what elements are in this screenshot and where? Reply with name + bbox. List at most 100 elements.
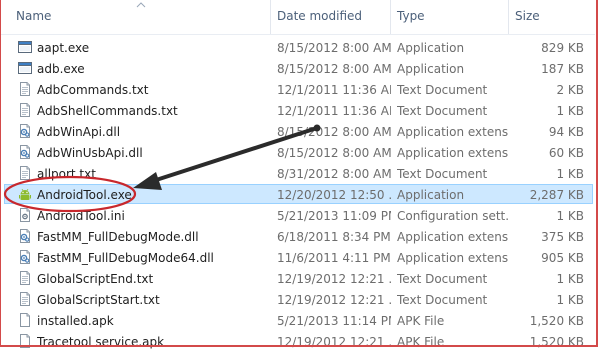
file-type: Text Document (397, 167, 488, 181)
column-header-bar: Name Date modified Type Size (1, 0, 595, 35)
sort-ascending-icon (136, 2, 146, 8)
exe-window-icon (17, 39, 33, 55)
dll-file-icon (17, 249, 33, 265)
file-row[interactable]: AdbCommands.txt 12/1/2011 11:36 AM Text Do… (1, 79, 595, 100)
file-row[interactable]: AdbShellCommands.txt 12/1/2011 11:36 AM Te… (1, 100, 595, 121)
file-size: 1,520 KB (529, 335, 584, 349)
dll-file-icon (17, 123, 33, 139)
file-row[interactable]: Tracetool service.apk 12/19/2012 12:21 ..… (1, 331, 595, 352)
column-divider[interactable] (508, 0, 509, 34)
file-size: 60 KB (548, 146, 584, 160)
file-row[interactable]: allport.txt 8/31/2012 8:00 AM Text Documen… (1, 163, 595, 184)
file-name: GlobalScriptEnd.txt (37, 272, 154, 286)
file-name: AndroidTool.ini (37, 209, 125, 223)
file-row[interactable]: AdbWinApi.dll 8/15/2012 8:00 AM Applicatio… (1, 121, 595, 142)
text-file-icon (17, 291, 33, 307)
file-name: allport.txt (37, 167, 96, 181)
file-date-modified: 6/18/2011 8:34 PM (277, 230, 391, 244)
file-size: 1 KB (556, 167, 584, 181)
dll-file-icon (17, 144, 33, 160)
file-type: Application extens... (397, 230, 509, 244)
file-explorer-window: Name Date modified Type Size aapt.exe 8/1… (0, 0, 598, 349)
file-row[interactable]: FastMM_FullDebugMode.dll 6/18/2011 8:34 P… (1, 226, 595, 247)
file-date-modified: 8/15/2012 8:00 AM (277, 62, 391, 76)
file-type: APK File (397, 335, 445, 349)
file-size: 1,520 KB (529, 314, 584, 328)
file-size: 1 KB (556, 293, 584, 307)
file-size: 2,287 KB (529, 188, 584, 202)
file-date-modified: 5/21/2013 11:09 PM (277, 209, 391, 223)
file-name: FastMM_FullDebugMode64.dll (37, 251, 214, 265)
file-size: 187 KB (541, 62, 584, 76)
file-size: 1 KB (556, 209, 584, 223)
file-date-modified: 8/15/2012 8:00 AM (277, 125, 391, 139)
file-date-modified: 8/15/2012 8:00 AM (277, 146, 391, 160)
config-file-icon (17, 207, 33, 223)
file-type: Text Document (397, 272, 488, 286)
exe-window-icon (17, 60, 33, 76)
file-type: Application (397, 41, 465, 55)
column-divider[interactable] (270, 0, 271, 34)
file-size: 905 KB (541, 251, 584, 265)
file-name: GlobalScriptStart.txt (37, 293, 160, 307)
file-name: FastMM_FullDebugMode.dll (37, 230, 199, 244)
file-row[interactable]: GlobalScriptEnd.txt 12/19/2012 12:21 ... T… (1, 268, 595, 289)
column-header-type[interactable]: Type (397, 9, 425, 27)
apk-file-icon (17, 312, 33, 328)
text-file-icon (17, 102, 33, 118)
file-type: Application extens... (397, 251, 509, 265)
file-row[interactable]: installed.apk 5/21/2013 11:14 PM APK File 1… (1, 310, 595, 331)
file-size: 94 KB (548, 125, 584, 139)
window-border-left (0, 0, 1, 347)
file-type: Application extens... (397, 146, 509, 160)
file-name: AndroidTool.exe (37, 188, 132, 202)
file-name: installed.apk (37, 314, 114, 328)
file-row[interactable]: AndroidTool.ini 5/21/2013 11:09 PM Configu… (1, 205, 595, 226)
file-size: 1 KB (556, 104, 584, 118)
file-date-modified: 12/1/2011 11:36 AM (277, 104, 391, 118)
android-app-icon (17, 186, 33, 202)
file-type: Text Document (397, 293, 488, 307)
column-header-name[interactable]: Name (16, 9, 51, 27)
file-row[interactable]: GlobalScriptStart.txt 12/19/2012 12:21 ..… (1, 289, 595, 310)
column-header-size[interactable]: Size (515, 9, 540, 27)
file-type: Text Document (397, 83, 488, 97)
file-date-modified: 8/31/2012 8:00 AM (277, 167, 391, 181)
file-type: Configuration sett... (397, 209, 509, 223)
file-size: 2 KB (556, 83, 584, 97)
file-type: Application (397, 62, 465, 76)
file-name: AdbCommands.txt (37, 83, 149, 97)
text-file-icon (17, 165, 33, 181)
file-date-modified: 12/1/2011 11:36 AM (277, 83, 391, 97)
file-type: Text Document (397, 104, 488, 118)
file-name: Tracetool service.apk (37, 335, 165, 349)
file-name: AdbShellCommands.txt (37, 104, 178, 118)
file-date-modified: 12/19/2012 12:21 ... (277, 335, 391, 349)
file-date-modified: 5/21/2013 11:14 PM (277, 314, 391, 328)
file-row-selected[interactable]: AndroidTool.exe 12/20/2012 12:50 ... Appli… (1, 184, 595, 205)
file-list: aapt.exe 8/15/2012 8:00 AM Application 829 … (1, 37, 595, 349)
file-name: aapt.exe (37, 41, 90, 55)
file-date-modified: 12/19/2012 12:21 ... (277, 272, 391, 286)
file-size: 829 KB (541, 41, 584, 55)
file-row[interactable]: FastMM_FullDebugMode64.dll 11/6/2011 4:11… (1, 247, 595, 268)
file-type: Application extens... (397, 125, 509, 139)
file-size: 375 KB (541, 230, 584, 244)
text-file-icon (17, 270, 33, 286)
file-type: APK File (397, 314, 445, 328)
file-row[interactable]: adb.exe 8/15/2012 8:00 AM Application 187 K… (1, 58, 595, 79)
file-type: Application (397, 188, 465, 202)
file-date-modified: 11/6/2011 4:11 PM (277, 251, 391, 265)
column-divider[interactable] (390, 0, 391, 34)
file-date-modified: 8/15/2012 8:00 AM (277, 41, 391, 55)
file-name: adb.exe (37, 62, 85, 76)
file-name: AdbWinUsbApi.dll (37, 146, 143, 160)
file-date-modified: 12/19/2012 12:21 ... (277, 293, 391, 307)
column-header-date-modified[interactable]: Date modified (277, 9, 362, 27)
file-row[interactable]: aapt.exe 8/15/2012 8:00 AM Application 829 … (1, 37, 595, 58)
file-row[interactable]: AdbWinUsbApi.dll 8/15/2012 8:00 AM Applica… (1, 142, 595, 163)
file-date-modified: 12/20/2012 12:50 ... (277, 188, 391, 202)
dll-file-icon (17, 228, 33, 244)
file-name: AdbWinApi.dll (37, 125, 121, 139)
text-file-icon (17, 81, 33, 97)
